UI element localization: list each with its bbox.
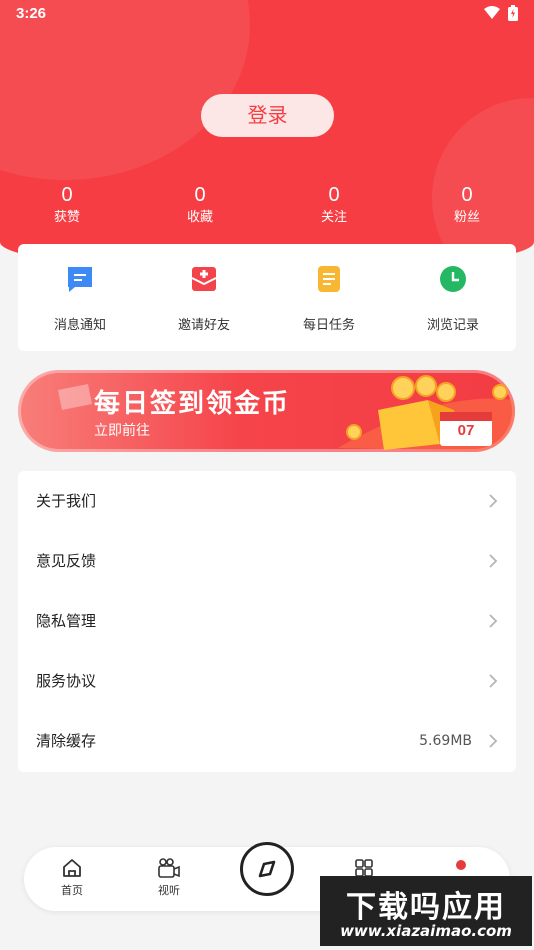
stat-followers[interactable]: 0 粉丝	[422, 183, 512, 228]
settings-menu: 关于我们 意见反馈 隐私管理 服务协议 清除缓存 5.69MB	[18, 471, 516, 772]
stat-label: 获赞	[53, 210, 80, 225]
stat-value: 0	[461, 184, 473, 206]
battery-icon	[508, 5, 518, 21]
stat-likes[interactable]: 0 获赞	[22, 183, 112, 228]
watermark-title: 下载吗应用	[346, 890, 506, 925]
status-time: 3:26	[16, 5, 47, 22]
calendar-day: 07	[457, 422, 475, 439]
gift-icon	[191, 267, 217, 291]
stat-value: 0	[61, 184, 73, 206]
banner-title: 每日签到领金币	[94, 389, 291, 419]
quick-action-tasks[interactable]: 每日任务	[267, 264, 391, 333]
stat-label: 关注	[320, 210, 347, 225]
quick-action-label: 每日任务	[302, 318, 355, 333]
stat-value: 0	[194, 184, 206, 206]
task-icon	[318, 266, 340, 292]
chevron-right-icon	[489, 494, 498, 508]
quick-action-history[interactable]: 浏览记录	[391, 264, 515, 333]
tab-label: 首页	[61, 884, 83, 897]
menu-item-privacy[interactable]: 隐私管理	[18, 591, 516, 651]
quick-action-label: 消息通知	[53, 318, 106, 333]
menu-item-clear-cache[interactable]: 清除缓存 5.69MB	[18, 711, 516, 771]
discover-button[interactable]	[240, 842, 294, 896]
stat-label: 收藏	[186, 210, 213, 225]
stat-value: 0	[328, 184, 340, 206]
menu-item-label: 隐私管理	[36, 612, 97, 630]
watermark-url: www.xiazaimao.com	[340, 922, 512, 940]
cache-size: 5.69MB	[419, 733, 472, 749]
banner-subtitle: 立即前往	[94, 423, 150, 439]
stat-following[interactable]: 0 关注	[289, 183, 379, 228]
chevron-right-icon	[489, 554, 498, 568]
quick-action-messages[interactable]: 消息通知	[18, 264, 142, 333]
login-button[interactable]: 登录	[201, 94, 334, 137]
home-icon	[63, 859, 81, 877]
stat-label: 粉丝	[453, 210, 480, 225]
quick-action-label: 浏览记录	[426, 318, 479, 333]
message-icon	[68, 267, 92, 292]
clock-icon	[440, 266, 466, 292]
quick-action-label: 邀请好友	[177, 318, 230, 333]
watermark: 下载吗应用 www.xiazaimao.com	[320, 876, 532, 946]
daily-signin-banner[interactable]: 每日签到领金币 立即前往 07	[18, 370, 515, 452]
menu-item-label: 清除缓存	[36, 732, 97, 750]
menu-item-label: 服务协议	[36, 672, 97, 690]
tab-home[interactable]: 首页	[42, 857, 102, 898]
menu-item-about[interactable]: 关于我们	[18, 471, 516, 531]
menu-item-terms[interactable]: 服务协议	[18, 651, 516, 711]
tab-video[interactable]: 视听	[139, 857, 199, 898]
chevron-right-icon	[489, 674, 498, 688]
tab-label: 视听	[158, 884, 180, 897]
chevron-right-icon	[489, 614, 498, 628]
menu-item-label: 关于我们	[36, 492, 97, 510]
menu-item-label: 意见反馈	[36, 552, 97, 570]
status-bar: 3:26	[0, 0, 534, 28]
chevron-right-icon	[489, 734, 498, 748]
video-camera-icon	[158, 858, 180, 878]
quick-actions-card: 消息通知 邀请好友 每日任务 浏览记录	[18, 244, 516, 351]
compass-icon	[258, 860, 276, 878]
menu-item-feedback[interactable]: 意见反馈	[18, 531, 516, 591]
wifi-icon	[484, 6, 500, 19]
quick-action-invite[interactable]: 邀请好友	[142, 264, 266, 333]
stat-favorites[interactable]: 0 收藏	[155, 183, 245, 228]
